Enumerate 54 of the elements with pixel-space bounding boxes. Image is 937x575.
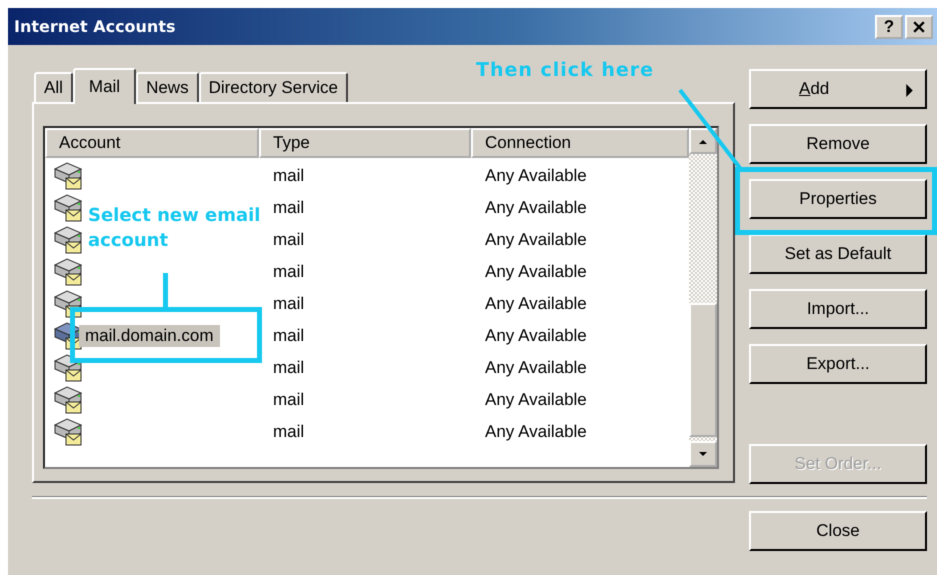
server-mail-icon: [53, 193, 83, 223]
table-cell-text: Any Available: [484, 262, 588, 282]
tab[interactable]: Mail: [72, 68, 136, 104]
table-cell-text: mail: [272, 230, 306, 250]
down-arrow-icon: [699, 452, 707, 456]
table-cell-text: mail: [272, 294, 306, 314]
table-cell-text: mail: [272, 390, 306, 410]
window-title: Internet Accounts: [14, 17, 176, 36]
dialog-button[interactable]: Set as Default: [749, 234, 927, 274]
server-mail-icon: [53, 385, 83, 415]
table-cell-text: mail: [272, 198, 306, 218]
table-cell-text: Any Available: [484, 326, 588, 346]
column-header[interactable]: Connection: [471, 128, 689, 158]
table-cell-text: mail: [272, 422, 306, 442]
close-button[interactable]: Close: [749, 511, 927, 551]
account-name[interactable]: mail.domain.com: [79, 325, 220, 347]
table-cell-text: Any Available: [484, 358, 588, 378]
table-cell-text: mail: [272, 326, 306, 346]
annotation-text: Select new email account: [88, 204, 262, 253]
tab[interactable]: News: [136, 72, 199, 102]
column-header[interactable]: Account: [45, 128, 259, 158]
up-arrow-icon: [699, 138, 707, 144]
dialog-button[interactable]: Remove: [749, 124, 927, 164]
tab[interactable]: All: [34, 72, 73, 102]
help-button[interactable]: ?: [875, 14, 903, 38]
scroll-up-button[interactable]: [689, 128, 717, 154]
table-cell-text: mail: [272, 262, 306, 282]
tab[interactable]: Directory Service: [198, 72, 348, 102]
table-cell-text: Any Available: [484, 422, 588, 442]
server-mail-icon: [53, 225, 83, 255]
add-menu-button[interactable]: Add: [749, 69, 927, 109]
table-cell-text: Any Available: [484, 294, 588, 314]
close-button[interactable]: [905, 14, 933, 38]
dialog-button[interactable]: Export...: [749, 344, 927, 384]
close-icon: [913, 20, 925, 32]
table-cell-text: Any Available: [484, 390, 588, 410]
column-header[interactable]: Type: [259, 128, 471, 158]
dialog-button[interactable]: Import...: [749, 289, 927, 329]
server-mail-icon: [53, 353, 83, 383]
server-mail-icon: [53, 257, 83, 287]
table-cell-text: Any Available: [484, 198, 588, 218]
triangle-icon: [906, 84, 913, 97]
server-mail-icon: [53, 417, 83, 447]
scroll-down-button[interactable]: [689, 441, 717, 467]
scroll-thumb[interactable]: [689, 303, 717, 437]
table-cell-text: mail: [272, 358, 306, 378]
server-mail-icon: [53, 289, 83, 319]
table-cell-text: Any Available: [484, 230, 588, 250]
scrollbar[interactable]: [689, 128, 717, 467]
table-cell-text: mail: [272, 166, 306, 186]
server-mail-icon: [53, 161, 83, 191]
table-cell-text: Any Available: [484, 166, 588, 186]
dialog-button[interactable]: Properties: [749, 179, 927, 219]
annotation-text: Then click here: [476, 58, 654, 83]
